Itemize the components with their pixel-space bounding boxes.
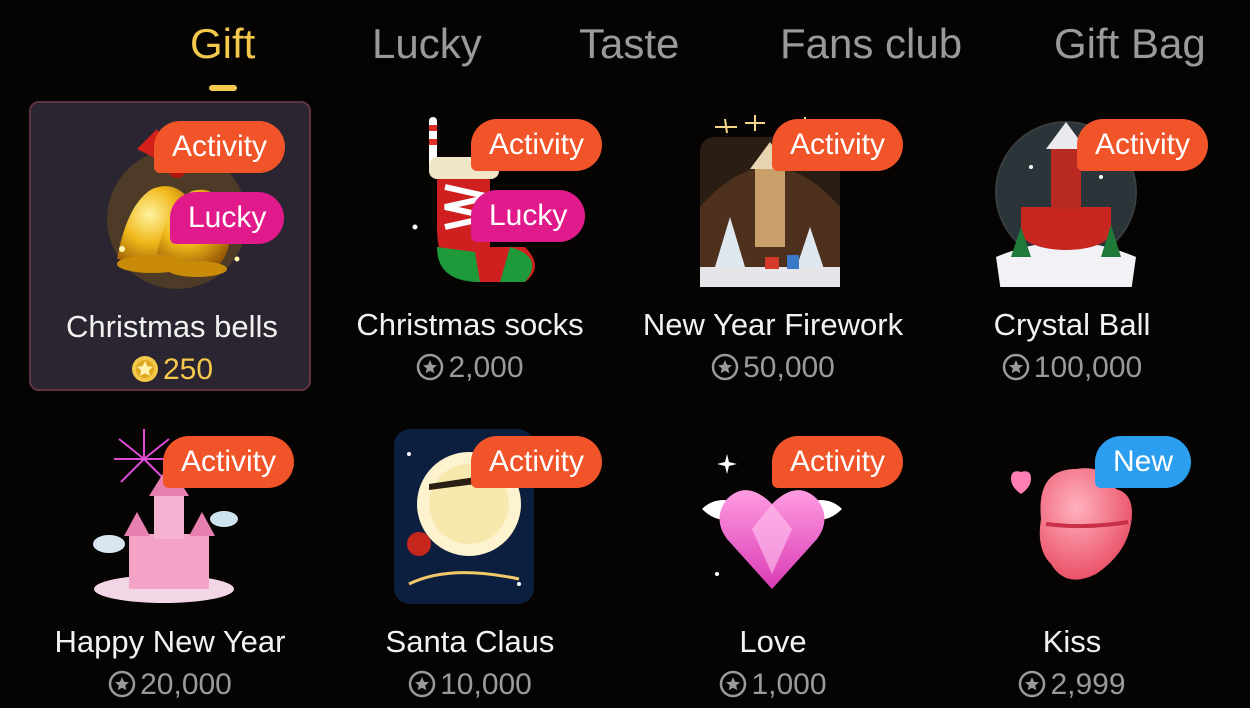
gift-card-new-year-firework[interactable]: Activity New Year Firework 50,000: [632, 101, 914, 391]
coin-icon: [1002, 353, 1030, 381]
coin-icon: [108, 670, 136, 698]
coin-icon: [720, 670, 747, 698]
tab-gift[interactable]: Gift: [190, 20, 255, 68]
gift-card-kiss[interactable]: New Kiss 2,999: [931, 418, 1213, 708]
gift-price-value: 1,000: [751, 668, 827, 701]
gift-card-christmas-socks[interactable]: Activity Lucky Christmas socks 2,000: [329, 101, 611, 391]
coin-icon: [711, 353, 739, 381]
gift-name: Happy New Year: [54, 624, 286, 659]
gift-name: New Year Firework: [642, 307, 904, 342]
tab-bar: Gift Lucky Taste Fans club Gift Bag: [0, 0, 1250, 96]
tab-fans-club[interactable]: Fans club: [780, 20, 962, 68]
gift-price-value: 100,000: [1033, 351, 1143, 384]
gift-name: Santa Claus: [385, 624, 555, 659]
activity-badge: Activity: [154, 121, 286, 173]
tab-lucky[interactable]: Lucky: [372, 20, 482, 68]
lucky-badge: Lucky: [170, 192, 285, 244]
gift-panel: Gift Lucky Taste Fans club Gift Bag Acti…: [0, 0, 1250, 708]
gift-price: 2,000: [329, 351, 611, 385]
gift-name: Christmas socks: [356, 307, 584, 342]
new-badge: New: [1095, 436, 1192, 488]
gift-price-value: 2,000: [448, 351, 524, 384]
activity-badge: Activity: [772, 436, 904, 488]
activity-badge: Activity: [471, 436, 603, 488]
activity-badge: Activity: [163, 436, 295, 488]
coin-icon: [408, 670, 436, 698]
gift-name: Christmas bells: [66, 309, 278, 344]
activity-badge: Activity: [772, 119, 904, 171]
coin-icon: [417, 353, 444, 381]
gift-price: 2,999: [931, 668, 1213, 702]
gift-price: 250: [31, 353, 313, 387]
coin-icon: [1019, 670, 1046, 698]
gift-price-value: 250: [162, 353, 214, 386]
gift-price-value: 20,000: [140, 668, 232, 701]
lucky-badge: Lucky: [471, 190, 586, 242]
gift-card-santa-claus[interactable]: Activity Santa Claus 10,000: [329, 418, 611, 708]
gift-price: 10,000: [329, 668, 611, 702]
gift-price: 100,000: [931, 351, 1213, 385]
gift-price-value: 10,000: [440, 668, 532, 701]
gift-name: Kiss: [1042, 624, 1102, 659]
gift-card-happy-new-year[interactable]: Activity Happy New Year 20,000: [29, 418, 311, 708]
gift-price-value: 2,999: [1050, 668, 1126, 701]
gift-name: Love: [739, 624, 807, 659]
tab-taste[interactable]: Taste: [579, 20, 679, 68]
gift-price: 20,000: [29, 668, 311, 702]
gift-price-value: 50,000: [743, 351, 835, 384]
activity-badge: Activity: [471, 119, 603, 171]
gift-card-christmas-bells[interactable]: Activity Lucky Christmas bells 250: [29, 101, 311, 391]
active-tab-indicator: [209, 85, 237, 91]
gift-price: 1,000: [632, 668, 914, 702]
gift-price: 50,000: [632, 351, 914, 385]
gift-card-crystal-ball[interactable]: Activity Crystal Ball 100,000: [931, 101, 1213, 391]
tab-gift-bag[interactable]: Gift Bag: [1054, 20, 1206, 68]
gift-name: Crystal Ball: [993, 307, 1151, 342]
activity-badge: Activity: [1077, 119, 1209, 171]
gold-coin-icon: [131, 356, 158, 382]
gift-card-love[interactable]: Activity Love 1,000: [632, 418, 914, 708]
